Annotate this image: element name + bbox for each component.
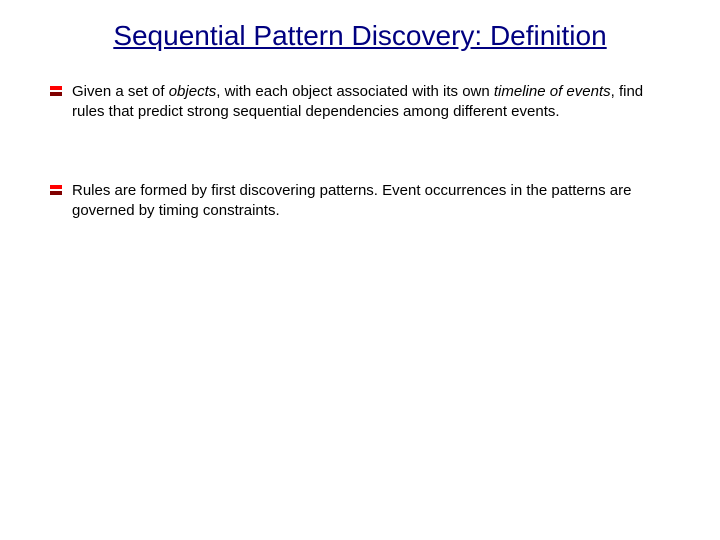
slide-title: Sequential Pattern Discovery: Definition [0,20,720,52]
list-item: Rules are formed by first discovering pa… [50,181,670,220]
bullet-text: Given a set of objects, with each object… [72,82,670,121]
bullet-text: Rules are formed by first discovering pa… [72,181,670,220]
bullet-icon [50,185,62,195]
bullet-list: Given a set of objects, with each object… [0,82,720,220]
bullet-icon [50,86,62,96]
list-item: Given a set of objects, with each object… [50,82,670,121]
